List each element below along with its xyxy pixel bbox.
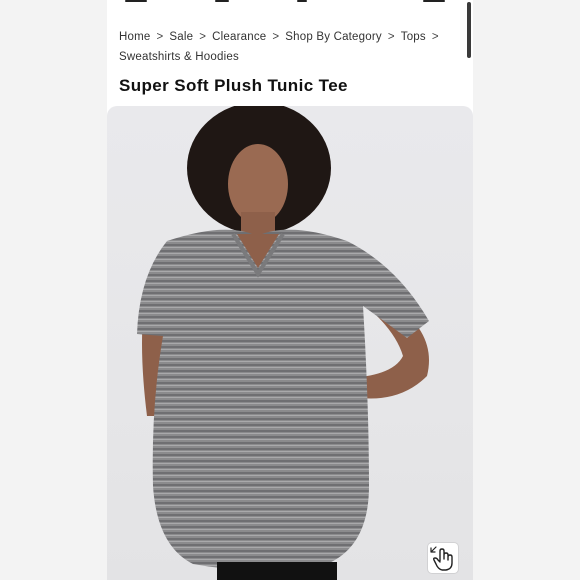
breadcrumb-separator: > xyxy=(431,31,439,43)
account-icon[interactable] xyxy=(297,0,307,2)
scrollbar[interactable] xyxy=(467,2,471,58)
mobile-screen: Home > Sale > Clearance > Shop By Category > Top… xyxy=(107,0,473,580)
search-icon[interactable] xyxy=(215,0,229,2)
breadcrumb-separator: > xyxy=(156,31,164,43)
top-nav-icons xyxy=(107,0,473,6)
menu-icon[interactable] xyxy=(125,0,147,2)
product-image[interactable] xyxy=(107,106,473,580)
breadcrumb-separator: > xyxy=(272,31,280,43)
breadcrumb: Home > Sale > Clearance > Shop By Category > Top… xyxy=(119,27,467,67)
breadcrumb-sweatshirts-hoodies[interactable]: Sweatshirts & Hoodies xyxy=(119,51,239,63)
model-leggings xyxy=(217,562,337,580)
hand-tap-icon[interactable] xyxy=(428,543,458,573)
breadcrumb-clearance[interactable]: Clearance xyxy=(212,31,266,43)
tunic-tee xyxy=(137,229,429,571)
breadcrumb-separator: > xyxy=(387,31,395,43)
hand-tap-icon-svg xyxy=(430,546,453,571)
breadcrumb-shop-by-category[interactable]: Shop By Category xyxy=(285,31,382,43)
breadcrumb-home[interactable]: Home xyxy=(119,31,150,43)
product-title: Super Soft Plush Tunic Tee xyxy=(119,76,348,95)
cart-icon[interactable] xyxy=(423,0,445,2)
breadcrumb-tops[interactable]: Tops xyxy=(401,31,426,43)
breadcrumb-separator: > xyxy=(199,31,207,43)
frame: Home > Sale > Clearance > Shop By Category > Top… xyxy=(0,0,580,580)
product-photo-illustration xyxy=(137,106,429,580)
breadcrumb-sale[interactable]: Sale xyxy=(169,31,193,43)
